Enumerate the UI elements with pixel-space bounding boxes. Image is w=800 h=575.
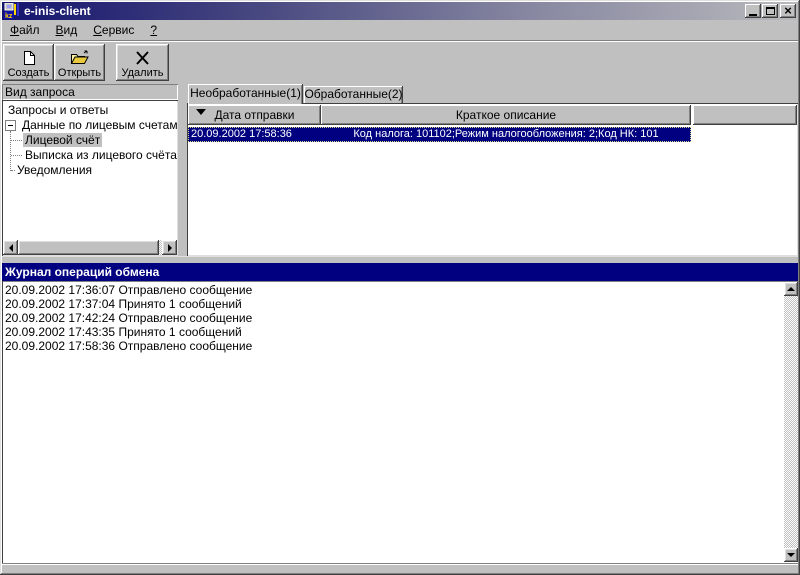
menu-bar: Файл Вид Сервис ? bbox=[2, 20, 798, 40]
sort-down-arrow-icon bbox=[196, 109, 206, 120]
scrollbar-thumb[interactable] bbox=[18, 240, 159, 255]
minimize-icon bbox=[749, 13, 757, 16]
table-header-description[interactable]: Краткое описание bbox=[321, 105, 691, 125]
table-header-empty[interactable] bbox=[693, 105, 797, 125]
journal-vertical-scrollbar bbox=[784, 282, 798, 562]
app-window: kz e-inis-client × Файл Вид Сервис ? Соз… bbox=[0, 0, 800, 575]
cell-description: Код налога: 101102;Режим налогообложения… bbox=[353, 128, 659, 140]
create-button-label: Создать bbox=[7, 67, 50, 79]
create-button[interactable]: Создать bbox=[3, 44, 54, 81]
tree-item-personal-accounts-data[interactable]: Данные по лицевым счетам bbox=[2, 118, 178, 133]
scroll-right-button[interactable] bbox=[162, 240, 177, 255]
minus-glyph bbox=[8, 125, 13, 126]
minimize-button[interactable] bbox=[745, 4, 761, 18]
right-arrow-icon bbox=[167, 243, 176, 252]
scroll-left-button[interactable] bbox=[3, 240, 18, 255]
journal-log: 20.09.2002 17:36:07 Отправлено сообщение… bbox=[2, 281, 798, 563]
app-icon[interactable]: kz bbox=[4, 3, 20, 19]
tree-item-label: Уведомления bbox=[17, 163, 93, 177]
request-tree: Запросы и ответы Данные по лицевым счета… bbox=[2, 100, 178, 256]
journal-header: Журнал операций обмена bbox=[2, 263, 798, 281]
tree-item-personal-account[interactable]: Лицевой счёт bbox=[23, 133, 103, 148]
tree-item-requests-and-answers[interactable]: Запросы и ответы bbox=[6, 103, 110, 118]
up-arrow-icon bbox=[787, 283, 795, 291]
tab-processed[interactable]: Обработанные(2) bbox=[304, 86, 403, 103]
open-folder-icon bbox=[70, 48, 90, 67]
menu-help[interactable]: ? bbox=[142, 21, 165, 39]
table-row-selected[interactable]: 20.09.2002 17:58:36 Код налога: 101102;Р… bbox=[188, 127, 691, 142]
menu-file[interactable]: Файл bbox=[2, 21, 48, 39]
journal-entry: 20.09.2002 17:58:36 Отправлено сообщение bbox=[5, 339, 253, 353]
tree-horizontal-scrollbar bbox=[3, 240, 177, 255]
tree-item-label: Данные по лицевым счетам bbox=[22, 118, 178, 132]
tree-item-label: Выписка из лицевого счёта bbox=[25, 148, 177, 162]
panel-splitter[interactable] bbox=[178, 84, 187, 256]
tree-item-label-selected: Лицевой счёт bbox=[23, 133, 103, 147]
tree-item-notifications[interactable]: Уведомления bbox=[15, 163, 94, 178]
journal-entry: 20.09.2002 17:42:24 Отправлено сообщение bbox=[5, 311, 253, 325]
journal-entry: 20.09.2002 17:43:35 Принято 1 сообщений bbox=[5, 325, 242, 339]
message-grid: Дата отправки Краткое описание 20.09.200… bbox=[187, 103, 798, 256]
window-title: e-inis-client bbox=[24, 4, 91, 18]
open-button-label: Открыть bbox=[57, 67, 102, 79]
table-header-label: Дата отправки bbox=[214, 108, 295, 122]
title-bar: kz e-inis-client × bbox=[2, 2, 798, 20]
delete-x-icon bbox=[135, 48, 151, 67]
tree-collapse-icon[interactable] bbox=[5, 120, 16, 131]
down-arrow-icon bbox=[787, 553, 795, 561]
table-header-date[interactable]: Дата отправки bbox=[188, 105, 321, 125]
close-button[interactable]: × bbox=[780, 4, 796, 18]
tree-connector-line bbox=[11, 155, 22, 156]
menu-service[interactable]: Сервис bbox=[85, 21, 142, 39]
maximize-icon bbox=[765, 7, 775, 15]
left-arrow-icon bbox=[5, 243, 13, 252]
toolbar: Создать Открыть Удалить bbox=[2, 42, 798, 83]
maximize-button[interactable] bbox=[762, 4, 778, 18]
svg-text:kz: kz bbox=[5, 13, 13, 19]
tree-connector-line bbox=[10, 131, 11, 171]
new-document-icon bbox=[21, 48, 37, 67]
tree-item-account-statement[interactable]: Выписка из лицевого счёта bbox=[23, 148, 178, 163]
menu-view[interactable]: Вид bbox=[48, 21, 86, 39]
journal-entries: 20.09.2002 17:36:07 Отправлено сообщение… bbox=[5, 283, 782, 353]
delete-button-label: Удалить bbox=[121, 67, 164, 79]
journal-entry: 20.09.2002 17:37:04 Принято 1 сообщений bbox=[5, 297, 242, 311]
tree-item-label: Запросы и ответы bbox=[8, 103, 109, 117]
bottom-frame bbox=[2, 563, 798, 573]
request-panel-header: Вид запроса bbox=[2, 84, 178, 100]
table-header-label: Краткое описание bbox=[455, 108, 557, 122]
tree-connector-line bbox=[11, 140, 22, 141]
cell-send-date: 20.09.2002 17:58:36 bbox=[191, 128, 292, 140]
scrollbar-track[interactable] bbox=[784, 296, 798, 548]
journal-entry: 20.09.2002 17:36:07 Отправлено сообщение bbox=[5, 283, 253, 297]
journal-splitter[interactable] bbox=[2, 256, 798, 263]
tab-unprocessed[interactable]: Необработанные(1) bbox=[188, 84, 303, 104]
close-icon: × bbox=[784, 3, 792, 18]
delete-button[interactable]: Удалить bbox=[116, 44, 169, 81]
open-button[interactable]: Открыть bbox=[54, 44, 105, 81]
scroll-up-button[interactable] bbox=[784, 282, 798, 296]
scroll-down-button[interactable] bbox=[784, 548, 798, 562]
